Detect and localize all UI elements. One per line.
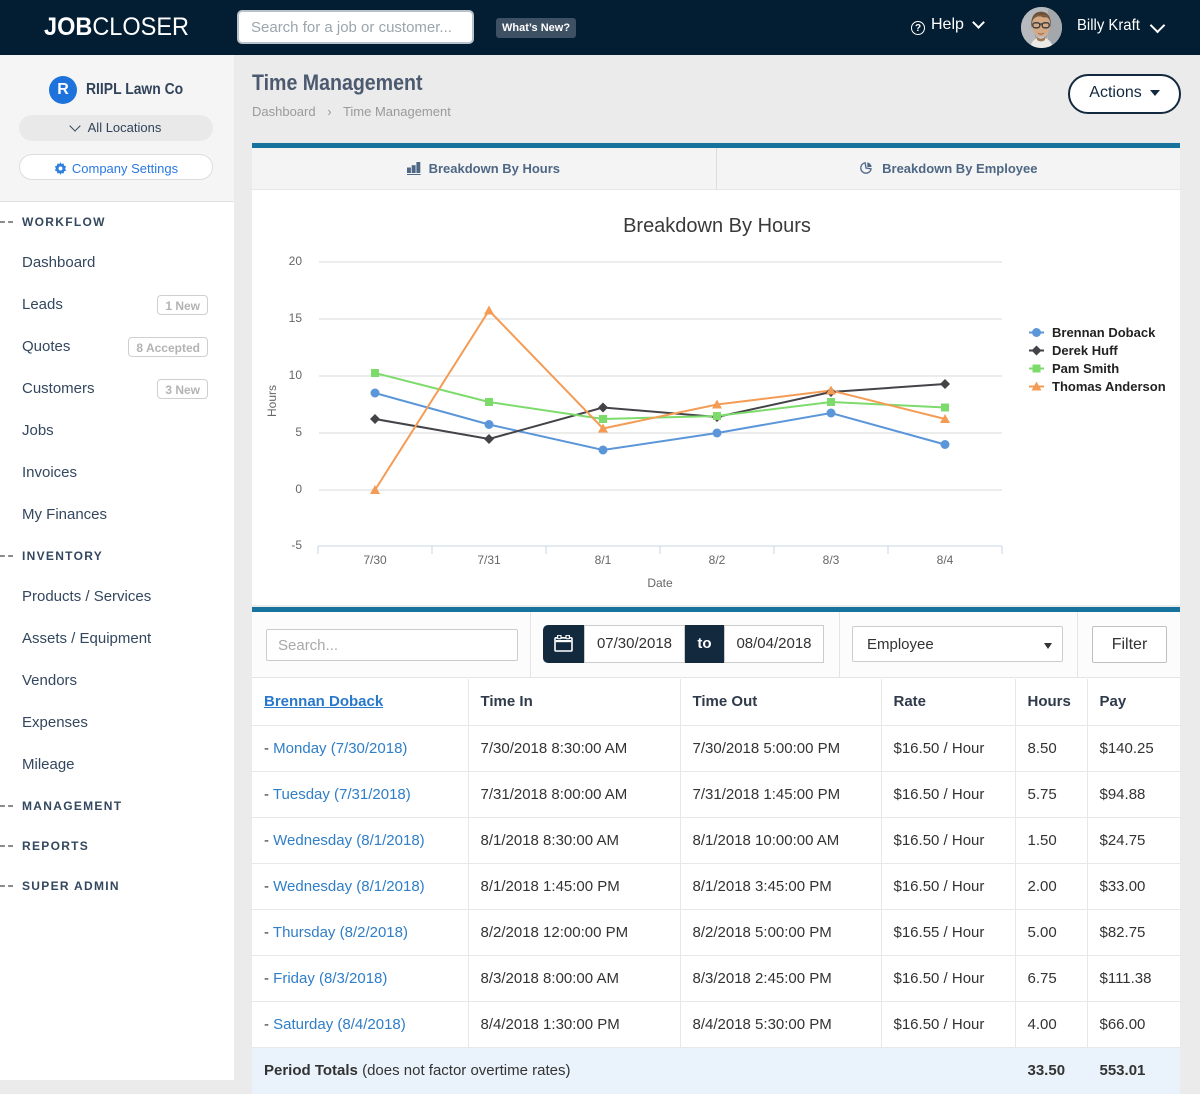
svg-text:Breakdown By Hours: Breakdown By Hours [623, 215, 811, 237]
svg-text:Brennan Doback: Brennan Doback [1052, 325, 1156, 340]
svg-text:20: 20 [289, 254, 303, 268]
svg-text:-5: -5 [291, 538, 302, 552]
svg-text:Thomas Anderson: Thomas Anderson [1052, 379, 1166, 394]
svg-text:7/31: 7/31 [477, 553, 501, 567]
svg-text:Pam Smith: Pam Smith [1052, 361, 1119, 376]
svg-text:8/4: 8/4 [937, 553, 954, 567]
svg-text:0: 0 [295, 482, 302, 496]
svg-text:5: 5 [295, 425, 302, 439]
svg-text:8/3: 8/3 [823, 553, 840, 567]
svg-text:15: 15 [289, 311, 303, 325]
svg-text:Date: Date [647, 576, 673, 590]
svg-text:8/1: 8/1 [595, 553, 612, 567]
svg-text:7/30: 7/30 [363, 553, 387, 567]
svg-text:Derek Huff: Derek Huff [1052, 343, 1118, 358]
svg-text:8/2: 8/2 [709, 553, 726, 567]
svg-text:10: 10 [289, 368, 303, 382]
svg-text:Hours: Hours [265, 385, 279, 417]
